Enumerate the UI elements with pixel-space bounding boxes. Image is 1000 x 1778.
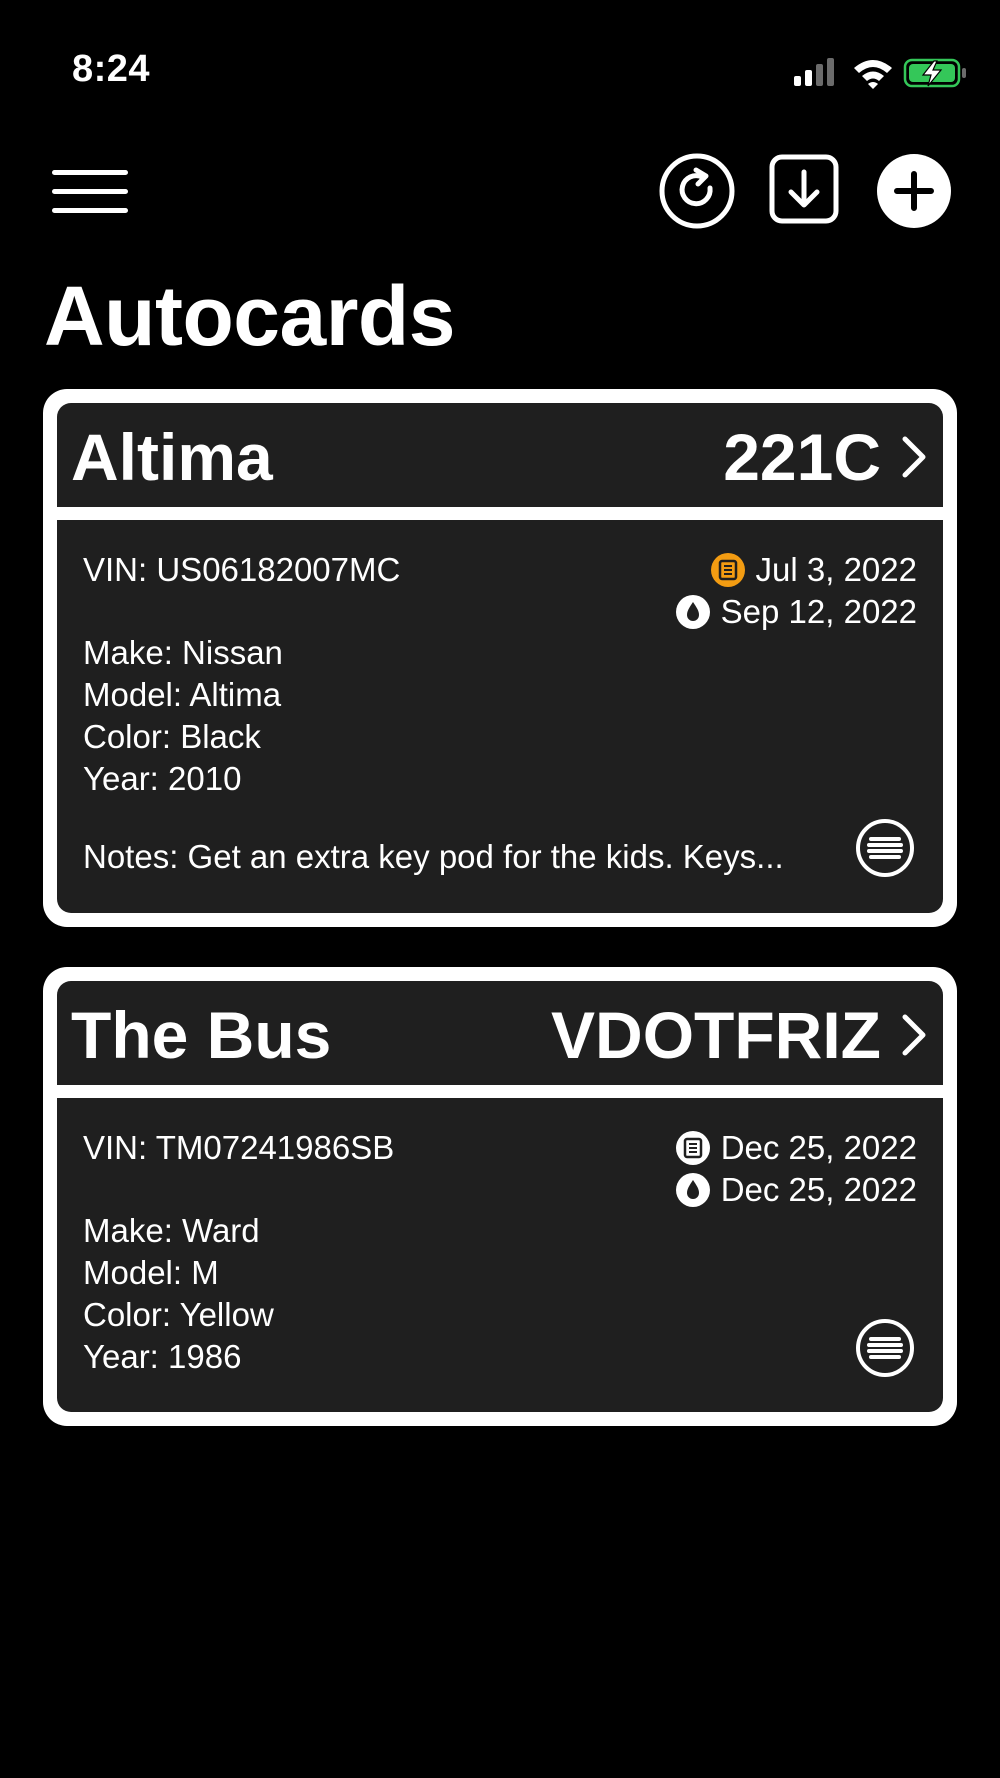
add-button[interactable] bbox=[875, 152, 953, 230]
oil-change-date-row: Dec 25, 2022 bbox=[675, 1170, 917, 1210]
registration-date: Dec 25, 2022 bbox=[720, 1129, 917, 1166]
oil-change-date: Sep 12, 2022 bbox=[720, 593, 917, 630]
download-square-icon bbox=[769, 154, 839, 224]
hamburger-line bbox=[52, 189, 128, 194]
card-menu-button[interactable] bbox=[855, 818, 915, 878]
chevron-right-icon bbox=[902, 1014, 926, 1056]
download-button[interactable] bbox=[767, 152, 845, 230]
vin-text: VIN: TM07241986SB bbox=[83, 1129, 395, 1166]
card-body: VIN: TM07241986SB Dec 25, 2022 Dec 25, 2… bbox=[57, 1098, 943, 1412]
toolbar bbox=[0, 140, 1000, 240]
cellular-signal-icon bbox=[794, 58, 834, 86]
vehicle-name: Altima bbox=[71, 420, 273, 494]
model-text: Model: M bbox=[83, 1254, 219, 1291]
model-text: Model: Altima bbox=[83, 676, 282, 713]
list-circle-icon bbox=[856, 819, 914, 877]
card-header[interactable]: The Bus VDOTFRIZ bbox=[57, 981, 943, 1085]
refresh-circle-icon bbox=[659, 153, 735, 229]
vehicle-card: Altima 221C VIN: US06182007MC Jul 3, 202… bbox=[43, 389, 957, 927]
page-title: Autocards bbox=[44, 269, 455, 363]
status-bar: 8:24 bbox=[0, 0, 1000, 120]
registration-document-icon bbox=[710, 553, 745, 587]
wifi-icon bbox=[854, 60, 892, 89]
year-text: Year: 1986 bbox=[83, 1338, 242, 1375]
make-text: Make: Ward bbox=[83, 1212, 260, 1249]
hamburger-line bbox=[52, 208, 128, 213]
vin-text: VIN: US06182007MC bbox=[83, 551, 401, 588]
license-plate: 221C bbox=[723, 420, 881, 494]
oil-drop-icon bbox=[675, 595, 710, 629]
vehicle-name: The Bus bbox=[71, 998, 332, 1072]
status-icons bbox=[794, 56, 970, 90]
oil-drop-icon bbox=[675, 1173, 710, 1207]
hamburger-menu-icon bbox=[52, 170, 128, 175]
registration-date-row: Dec 25, 2022 bbox=[675, 1128, 917, 1168]
status-time: 8:24 bbox=[72, 48, 151, 90]
make-text: Make: Nissan bbox=[83, 634, 283, 671]
chevron-right-icon bbox=[902, 436, 926, 478]
registration-document-icon bbox=[675, 1131, 710, 1165]
card-header[interactable]: Altima 221C bbox=[57, 403, 943, 507]
menu-button[interactable] bbox=[52, 170, 128, 214]
year-text: Year: 2010 bbox=[83, 760, 242, 797]
card-body: VIN: US06182007MC Jul 3, 2022 Sep 12, 20… bbox=[57, 520, 943, 913]
plus-circle-icon bbox=[877, 154, 951, 228]
color-text: Color: Yellow bbox=[83, 1296, 274, 1333]
registration-date: Jul 3, 2022 bbox=[755, 551, 917, 588]
color-text: Color: Black bbox=[83, 718, 261, 755]
card-menu-button[interactable] bbox=[855, 1318, 915, 1378]
battery-charging-icon bbox=[903, 58, 966, 88]
oil-change-date: Dec 25, 2022 bbox=[720, 1171, 917, 1208]
license-plate: VDOTFRIZ bbox=[551, 998, 881, 1072]
oil-change-date-row: Sep 12, 2022 bbox=[675, 592, 917, 632]
registration-date-row: Jul 3, 2022 bbox=[710, 550, 917, 590]
list-circle-icon bbox=[856, 1319, 914, 1377]
refresh-button[interactable] bbox=[658, 152, 736, 230]
vehicle-card: The Bus VDOTFRIZ VIN: TM07241986SB Dec 2… bbox=[43, 967, 957, 1426]
notes-text: Notes: Get an extra key pod for the kids… bbox=[83, 838, 784, 875]
